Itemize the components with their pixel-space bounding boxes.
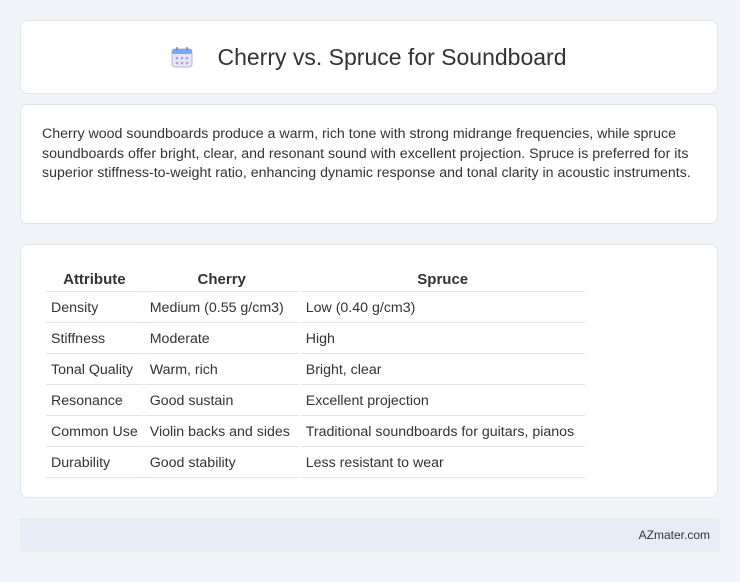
column-header-spruce: Spruce: [300, 265, 585, 292]
table-row: Density Medium (0.55 g/cm3) Low (0.40 g/…: [46, 292, 585, 323]
table-cell: High: [300, 323, 585, 354]
table-cell: Good stability: [144, 447, 299, 478]
table-cell: Medium (0.55 g/cm3): [144, 292, 299, 323]
description-card: Cherry wood soundboards produce a warm, …: [20, 104, 718, 224]
table-cell: Bright, clear: [300, 354, 585, 385]
table-cell: Less resistant to wear: [300, 447, 585, 478]
comparison-table: Attribute Cherry Spruce Density Medium (…: [44, 265, 587, 478]
table-cell: Traditional soundboards for guitars, pia…: [300, 416, 585, 447]
calendar-icon: [171, 46, 193, 68]
table-row: Resonance Good sustain Excellent project…: [46, 385, 585, 416]
title-card: Cherry vs. Spruce for Soundboard: [20, 20, 718, 94]
table-row: Tonal Quality Warm, rich Bright, clear: [46, 354, 585, 385]
table-cell: Stiffness: [46, 323, 143, 354]
table-cell: Excellent projection: [300, 385, 585, 416]
table-cell: Resonance: [46, 385, 143, 416]
table-cell: Warm, rich: [144, 354, 299, 385]
footer: AZmater.com: [20, 518, 720, 552]
table-cell: Low (0.40 g/cm3): [300, 292, 585, 323]
title-wrap: Cherry vs. Spruce for Soundboard: [171, 43, 567, 71]
table-cell: Density: [46, 292, 143, 323]
table-row: Durability Good stability Less resistant…: [46, 447, 585, 478]
table-cell: Common Use: [46, 416, 143, 447]
footer-source-link[interactable]: AZmater.com: [639, 528, 710, 542]
table-cell: Tonal Quality: [46, 354, 143, 385]
table-cell: Durability: [46, 447, 143, 478]
table-header-row: Attribute Cherry Spruce: [46, 265, 585, 292]
table-cell: Violin backs and sides: [144, 416, 299, 447]
table-row: Common Use Violin backs and sides Tradit…: [46, 416, 585, 447]
page-title: Cherry vs. Spruce for Soundboard: [217, 43, 567, 70]
column-header-attribute: Attribute: [46, 265, 143, 292]
column-header-cherry: Cherry: [144, 265, 299, 292]
table-row: Stiffness Moderate High: [46, 323, 585, 354]
table-cell: Moderate: [144, 323, 299, 354]
table-cell: Good sustain: [144, 385, 299, 416]
comparison-table-card: Attribute Cherry Spruce Density Medium (…: [20, 244, 718, 498]
description-text: Cherry wood soundboards produce a warm, …: [42, 126, 691, 181]
